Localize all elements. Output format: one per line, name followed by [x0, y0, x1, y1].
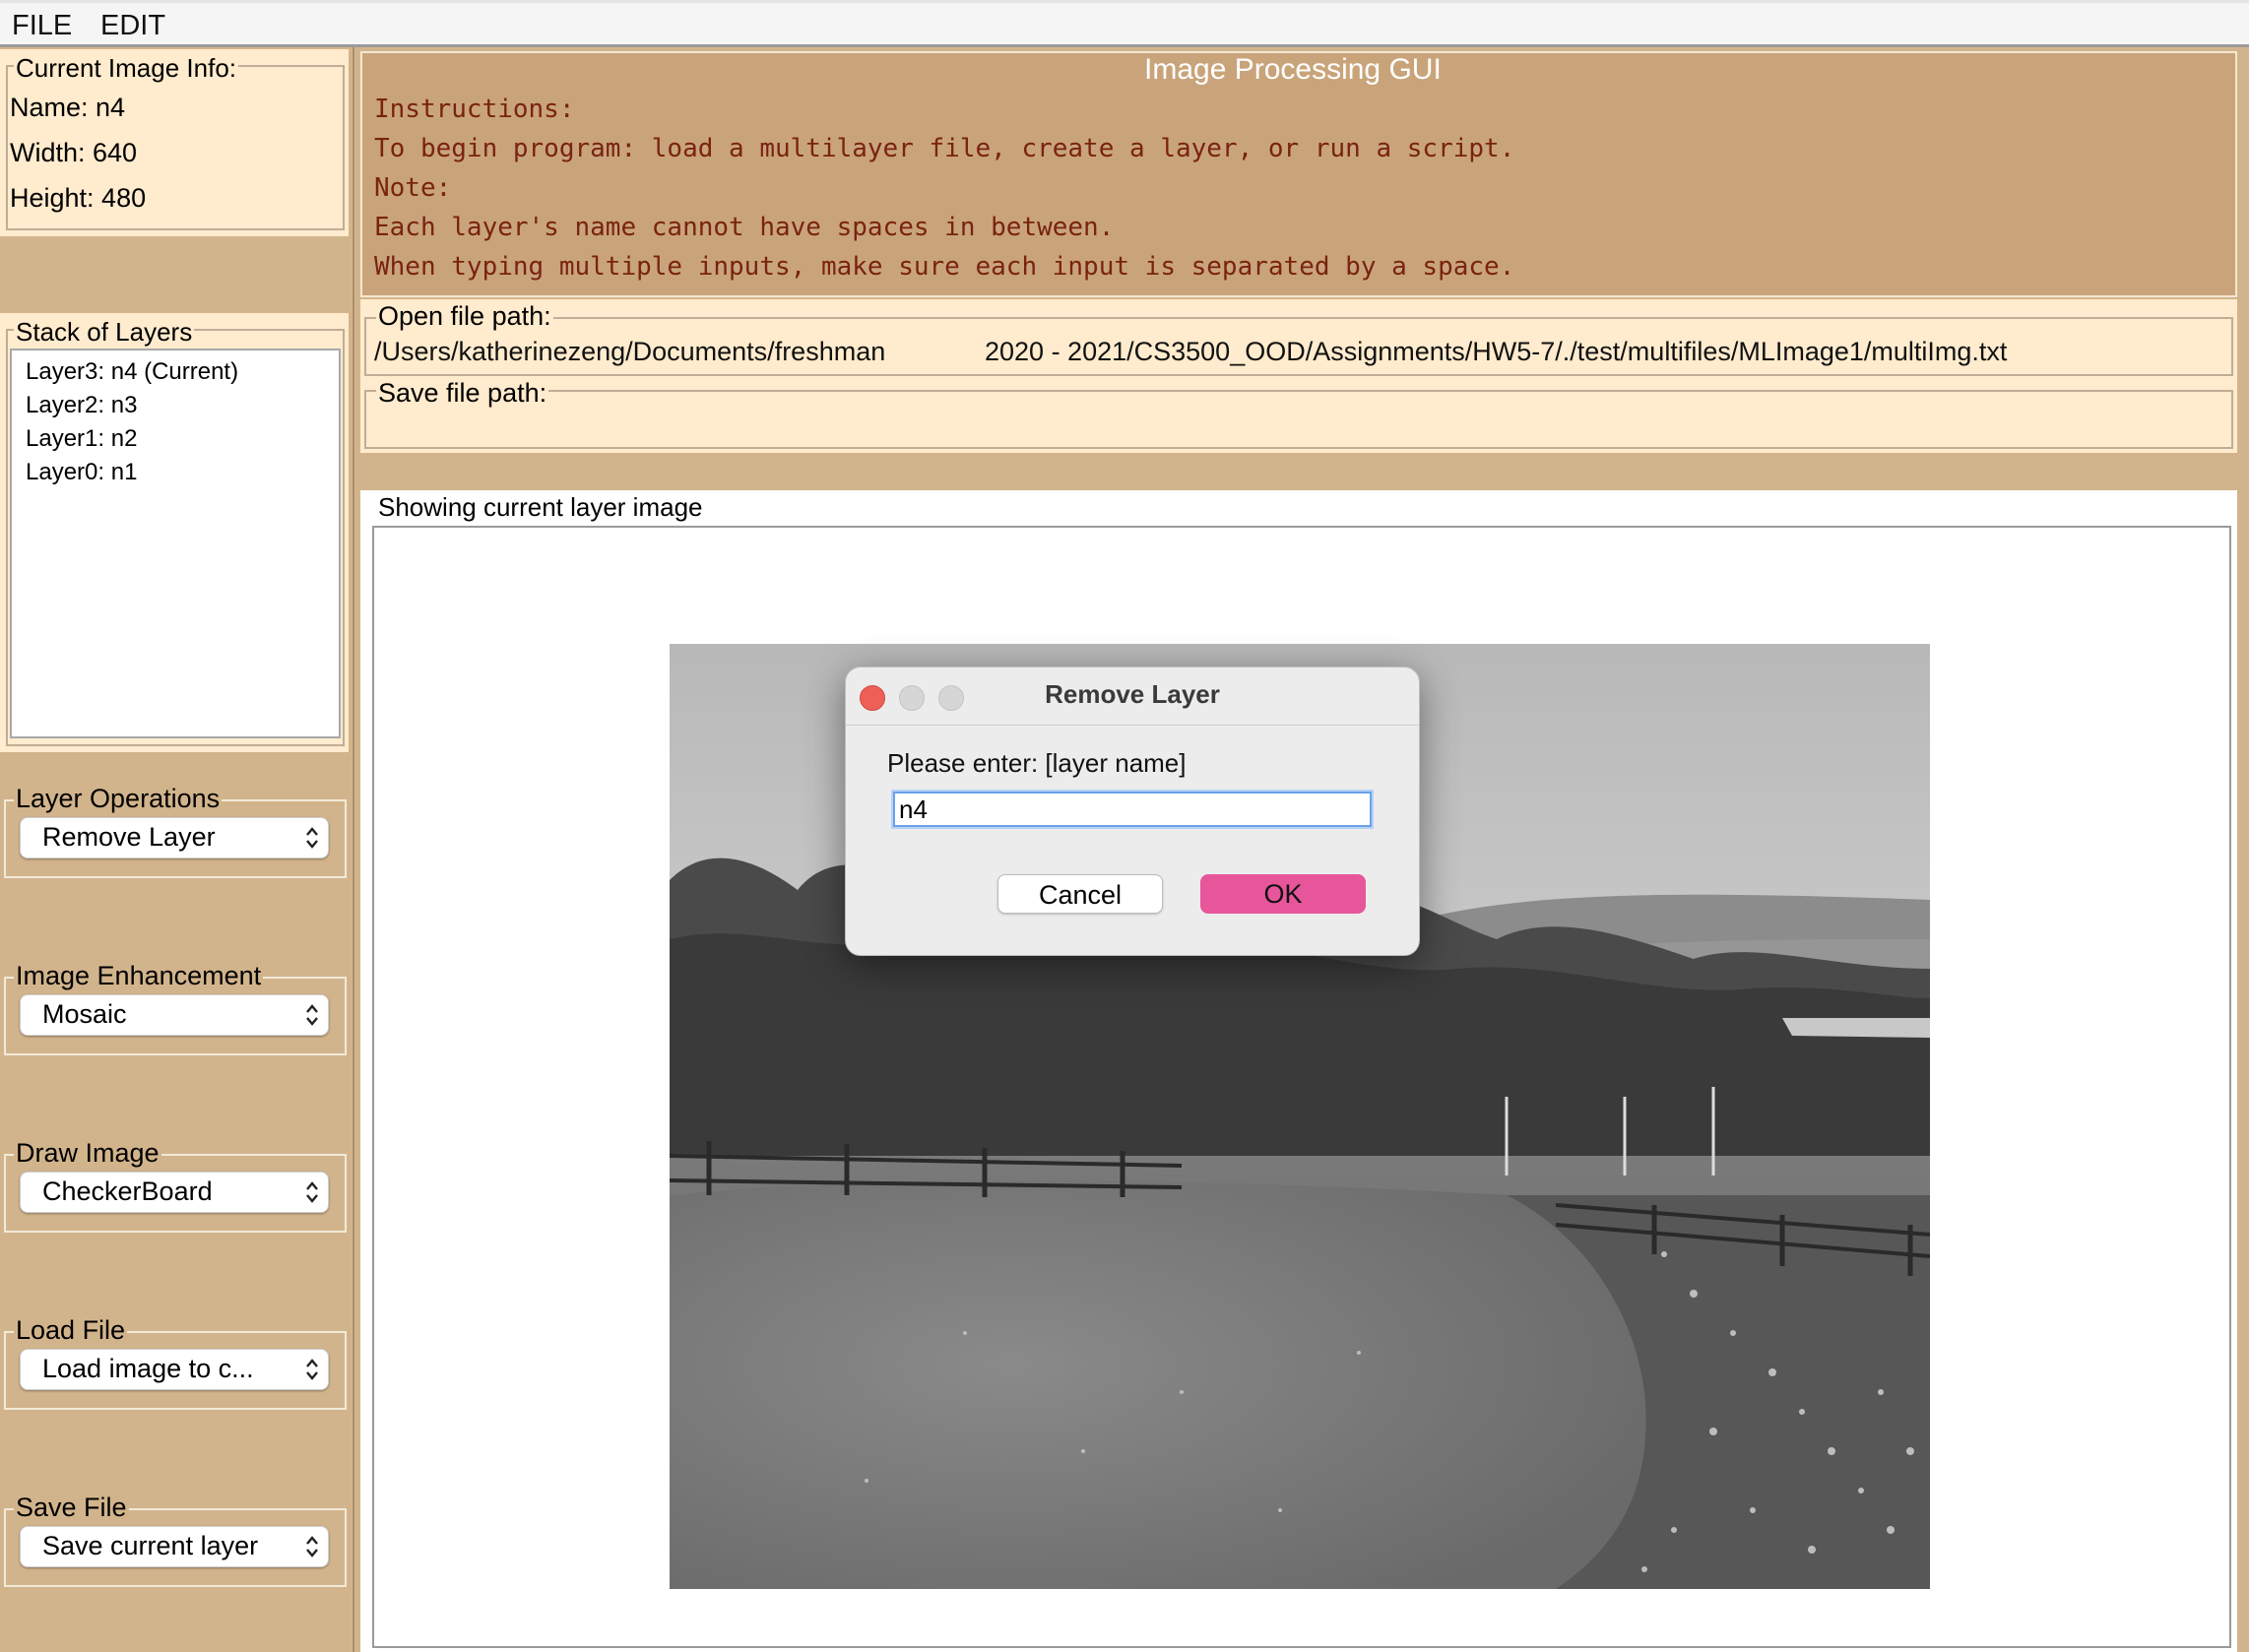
instructions-panel: Image Processing GUI Instructions: To be… — [360, 51, 2237, 297]
menu-bar: FILE EDIT — [0, 0, 2249, 47]
gui-title: Image Processing GUI — [1140, 53, 1446, 87]
up-down-chevron-icon — [306, 827, 318, 849]
file-paths-panel: Open file path: /Users/katherinezeng/Doc… — [360, 299, 2237, 453]
load-file-title: Load File — [14, 1315, 128, 1345]
image-panel-title: Showing current layer image — [376, 492, 705, 522]
layer-operations-group: Layer Operations Remove Layer — [0, 784, 349, 882]
instructions-line: Note: — [374, 173, 452, 203]
load-file-value: Load image to c... — [42, 1354, 254, 1383]
menu-file[interactable]: FILE — [12, 10, 72, 42]
draw-image-select[interactable]: CheckerBoard — [20, 1172, 329, 1213]
instructions-line: When typing multiple inputs, make sure e… — [374, 252, 1515, 282]
image-width: Width: 640 — [10, 138, 138, 167]
instructions-line: Instructions: — [374, 95, 575, 124]
image-enhancement-value: Mosaic — [42, 999, 127, 1029]
open-path-value-part1: /Users/katherinezeng/Documents/freshman — [374, 337, 886, 366]
menu-edit[interactable]: EDIT — [100, 10, 165, 42]
layers-panel: Stack of Layers Layer3: n4 (Current) Lay… — [0, 313, 349, 752]
layer-operations-value: Remove Layer — [42, 822, 216, 852]
save-file-title: Save File — [14, 1493, 129, 1522]
dialog-divider — [846, 725, 1419, 726]
image-info-title: Current Image Info: — [14, 53, 238, 83]
image-enhancement-select[interactable]: Mosaic — [20, 994, 329, 1036]
up-down-chevron-icon — [306, 1181, 318, 1203]
draw-image-title: Draw Image — [14, 1138, 161, 1168]
image-name: Name: n4 — [10, 93, 126, 122]
save-file-value: Save current layer — [42, 1531, 259, 1560]
layers-title: Stack of Layers — [14, 317, 195, 347]
up-down-chevron-icon — [306, 1004, 318, 1026]
layers-list[interactable]: Layer3: n4 (Current) Layer2: n3 Layer1: … — [10, 349, 341, 738]
layer-item-1[interactable]: Layer1: n2 — [26, 425, 137, 453]
up-down-chevron-icon — [306, 1536, 318, 1557]
load-file-group: Load File Load image to c... — [0, 1315, 349, 1414]
dialog-prompt: Please enter: [layer name] — [887, 748, 1187, 778]
layer-item-0[interactable]: Layer0: n1 — [26, 459, 137, 486]
cancel-button[interactable]: Cancel — [997, 874, 1163, 914]
layer-name-input[interactable] — [891, 790, 1374, 829]
layer-item-2[interactable]: Layer2: n3 — [26, 392, 137, 419]
draw-image-value: CheckerBoard — [42, 1176, 213, 1206]
instructions-line: Each layer's name cannot have spaces in … — [374, 213, 1115, 242]
separator-strip — [360, 455, 2237, 490]
layer-operations-select[interactable]: Remove Layer — [20, 817, 329, 858]
save-file-group: Save File Save current layer — [0, 1493, 349, 1591]
dialog-title: Remove Layer — [1045, 679, 1220, 709]
load-file-select[interactable]: Load image to c... — [20, 1349, 329, 1390]
image-enhancement-group: Image Enhancement Mosaic — [0, 961, 349, 1059]
image-info-panel: Current Image Info: Name: n4 Width: 640 … — [0, 49, 349, 236]
draw-image-group: Draw Image CheckerBoard — [0, 1138, 349, 1237]
layer-operations-title: Layer Operations — [14, 784, 223, 813]
left-sidebar: Current Image Info: Name: n4 Width: 640 … — [0, 47, 354, 1652]
save-path-border — [364, 390, 2233, 449]
image-height: Height: 480 — [10, 183, 147, 213]
instructions-line: To begin program: load a multilayer file… — [374, 134, 1515, 163]
open-path-title: Open file path: — [376, 301, 553, 331]
layer-item-3[interactable]: Layer3: n4 (Current) — [26, 358, 238, 386]
ok-button[interactable]: OK — [1200, 874, 1366, 914]
remove-layer-dialog: Remove Layer Please enter: [layer name] … — [845, 667, 1420, 956]
save-path-title: Save file path: — [376, 378, 549, 408]
up-down-chevron-icon — [306, 1359, 318, 1380]
image-enhancement-title: Image Enhancement — [14, 961, 264, 990]
save-file-select[interactable]: Save current layer — [20, 1526, 329, 1567]
open-path-value-part2: 2020 - 2021/CS3500_OOD/Assignments/HW5-7… — [985, 337, 2008, 366]
